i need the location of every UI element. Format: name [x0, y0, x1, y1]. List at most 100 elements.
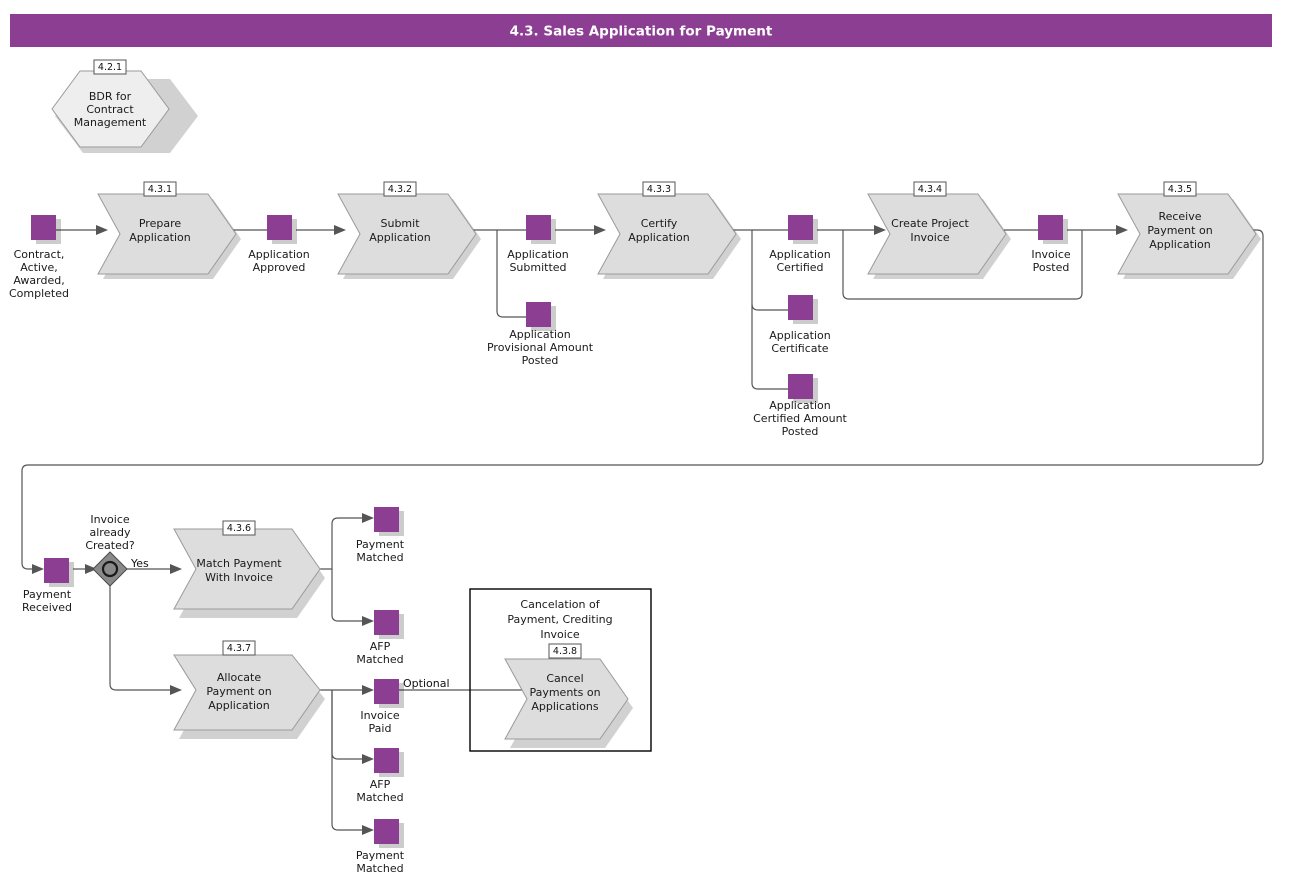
- event-square: [788, 295, 813, 320]
- event-label-line-2: Posted: [1033, 261, 1070, 274]
- event-label-line-1: Application: [248, 248, 309, 261]
- task-code-badge: 4.3.8: [548, 643, 582, 659]
- event-label-line-1: Payment: [23, 588, 72, 601]
- event-square: [374, 748, 399, 773]
- gateway-question-line-1: Invoice: [90, 513, 130, 526]
- event-label-line-1: Invoice: [360, 709, 400, 722]
- link-node-label-line-1: BDR for: [89, 90, 132, 103]
- event-label-line-2: Certificate: [771, 342, 828, 355]
- task-label-line-1: Certify: [641, 217, 678, 230]
- task-label-line-2: With Invoice: [205, 571, 273, 584]
- flow-allocate-to-afp-matched: [331, 690, 362, 760]
- event-label-line-1: Invoice: [1031, 248, 1071, 261]
- task-prepare-application[interactable]: 4.3.1 Prepare Application: [97, 181, 241, 279]
- task-allocate-payment-on-application[interactable]: 4.3.7 Allocate Payment on Application: [173, 640, 325, 739]
- event-label-line-1: Application: [509, 328, 570, 341]
- task-label-line-3: Application: [1149, 238, 1210, 251]
- code-badge-text: 4.3.7: [227, 643, 251, 654]
- event-label-line-1: Contract,: [14, 248, 65, 261]
- event-label-line-3: Posted: [782, 425, 819, 438]
- event-label-line-2: Received: [22, 601, 72, 614]
- task-label-line-2: Application: [628, 231, 689, 244]
- arrowhead: [170, 685, 182, 695]
- optional-edge-label: Optional: [403, 677, 450, 690]
- event-label-line-2: Matched: [356, 862, 403, 875]
- arrowhead: [362, 616, 374, 626]
- gateway-diamond-shape: [92, 551, 128, 587]
- task-create-project-invoice[interactable]: 4.3.4 Create Project Invoice: [867, 181, 1011, 279]
- event-label-line-1: Application: [769, 399, 830, 412]
- arrowhead: [96, 225, 108, 235]
- event-square: [526, 215, 551, 240]
- task-code-badge: 4.3.5: [1163, 181, 1197, 197]
- flow-match-to-afp-matched: [331, 569, 362, 622]
- link-node-code-badge: 4.2.1: [93, 59, 127, 75]
- event-application-provisional-amount-posted[interactable]: Application Provisional Amount Posted: [487, 302, 594, 367]
- event-label-line-2: Matched: [356, 791, 403, 804]
- event-label-line-2: Submitted: [509, 261, 566, 274]
- task-receive-payment-on-application[interactable]: 4.3.5 Receive Payment on Application: [1117, 181, 1261, 279]
- event-square: [1038, 215, 1063, 240]
- task-code-badge: 4.3.2: [383, 181, 417, 197]
- task-certify-application[interactable]: 4.3.3 Certify Application: [597, 181, 741, 279]
- event-payment-received[interactable]: Payment Received: [22, 558, 74, 614]
- event-square: [374, 610, 399, 635]
- task-code-badge: 4.3.3: [642, 181, 676, 197]
- task-code-badge: 4.3.7: [222, 640, 256, 656]
- gateway-invoice-already-created[interactable]: Invoice already Created? Yes: [85, 513, 149, 587]
- event-square: [788, 374, 813, 399]
- task-label-line-2: Application: [369, 231, 430, 244]
- event-square: [788, 215, 813, 240]
- event-square: [44, 558, 69, 583]
- group-title-line-2: Payment, Crediting: [507, 613, 612, 626]
- arrowhead: [874, 225, 886, 235]
- task-label-line-1: Prepare: [139, 217, 181, 230]
- task-submit-application[interactable]: 4.3.2 Submit Application: [337, 181, 481, 279]
- event-label-line-1: Application: [769, 329, 830, 342]
- code-badge-text: 4.2.1: [98, 62, 122, 73]
- event-label-line-1: Payment: [356, 849, 405, 862]
- flow-receive-payment-loopback: [21, 229, 1264, 570]
- event-label-line-1: Application: [769, 248, 830, 261]
- event-invoice-paid[interactable]: Invoice Paid Optional: [360, 677, 449, 735]
- event-label-line-2: Matched: [356, 551, 403, 564]
- event-application-submitted[interactable]: Application Submitted: [507, 215, 569, 274]
- task-code-badge: 4.3.6: [222, 520, 256, 536]
- link-node-bdr-contract-management[interactable]: 4.2.1 BDR for Contract Management: [51, 59, 198, 153]
- task-cancel-payments-on-applications[interactable]: 4.3.8 Cancel Payments on Applications: [504, 643, 633, 748]
- event-application-approved[interactable]: Application Approved: [248, 215, 310, 274]
- arrowhead: [170, 564, 182, 574]
- link-node-label-line-3: Management: [74, 116, 147, 129]
- event-contract-active-awarded-completed[interactable]: Contract, Active, Awarded, Completed: [9, 215, 69, 300]
- flow-allocate-to-payment-matched: [331, 690, 362, 831]
- event-application-certified-amount-posted[interactable]: Application Certified Amount Posted: [753, 374, 848, 438]
- code-badge-text: 4.3.4: [918, 184, 942, 195]
- arrowhead: [594, 225, 606, 235]
- group-title-line-1: Cancelation of: [520, 598, 600, 611]
- event-square: [526, 302, 551, 327]
- event-square: [31, 215, 56, 240]
- code-badge-text: 4.3.8: [553, 646, 577, 657]
- task-code-badge: 4.3.1: [143, 181, 177, 197]
- task-label-line-1: Cancel: [546, 672, 583, 685]
- event-square: [374, 819, 399, 844]
- event-invoice-posted[interactable]: Invoice Posted: [1031, 215, 1071, 274]
- event-square: [374, 507, 399, 532]
- arrowhead: [362, 754, 374, 764]
- event-application-certificate[interactable]: Application Certificate: [769, 295, 831, 355]
- event-label-line-2: Matched: [356, 653, 403, 666]
- event-label-line-2: Paid: [369, 722, 392, 735]
- task-label-line-1: Allocate: [217, 671, 261, 684]
- group-cancelation-of-payment: Cancelation of Payment, Crediting Invoic…: [469, 588, 652, 752]
- task-label-line-2: Application: [129, 231, 190, 244]
- event-label-line-2: Approved: [253, 261, 306, 274]
- arrowhead: [362, 513, 374, 523]
- diagram-title: 4.3. Sales Application for Payment: [510, 24, 773, 40]
- arrowhead: [362, 825, 374, 835]
- task-label-line-3: Applications: [531, 700, 598, 713]
- diagram-title-bar: 4.3. Sales Application for Payment: [10, 14, 1272, 47]
- event-label-line-2: Certified: [776, 261, 823, 274]
- event-application-certified[interactable]: Application Certified: [769, 215, 831, 274]
- task-match-payment-with-invoice[interactable]: 4.3.6 Match Payment With Invoice: [173, 520, 325, 618]
- event-label-line-4: Completed: [9, 287, 69, 300]
